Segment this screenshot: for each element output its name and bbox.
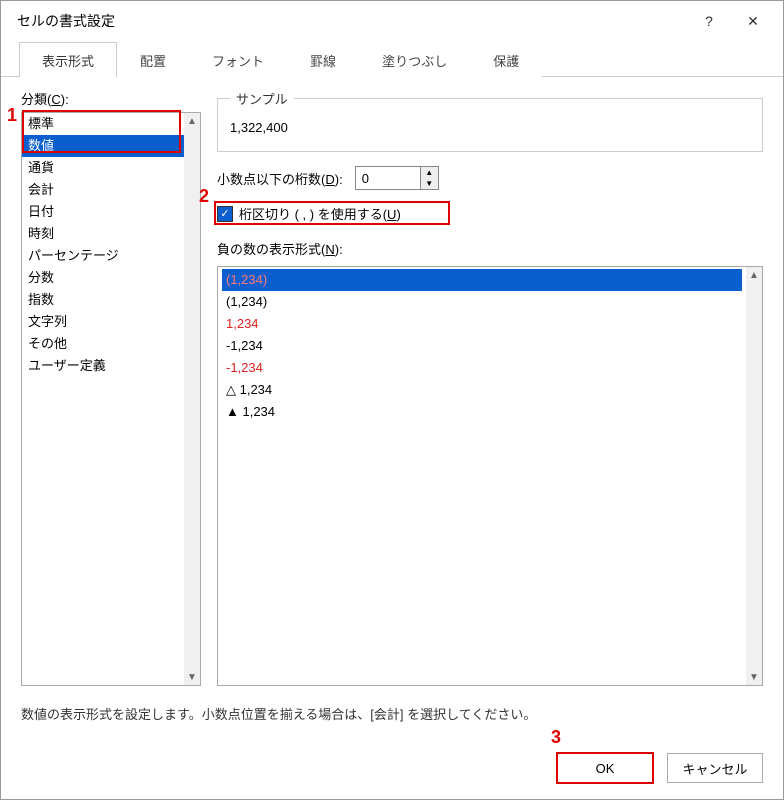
ok-button[interactable]: OK <box>557 753 653 783</box>
category-item[interactable]: 分数 <box>22 267 184 289</box>
category-item[interactable]: 文字列 <box>22 311 184 333</box>
spin-up-icon[interactable]: ▲ <box>420 167 438 178</box>
description-text: 数値の表示形式を設定します。小数点位置を揃える場合は、[会計] を選択してくださ… <box>21 704 763 723</box>
negative-item[interactable]: (1,234) <box>222 291 742 313</box>
category-item[interactable]: 指数 <box>22 289 184 311</box>
tab-font[interactable]: フォント <box>189 42 287 77</box>
tab-border[interactable]: 罫線 <box>287 42 359 77</box>
sample-value: 1,322,400 <box>230 120 750 135</box>
scrollbar[interactable]: ▲ ▼ <box>746 267 762 685</box>
tab-alignment[interactable]: 配置 <box>117 42 189 77</box>
thousands-checkbox[interactable]: ✓ <box>217 206 233 222</box>
negative-item[interactable]: 1,234 <box>222 313 742 335</box>
negative-listbox[interactable]: (1,234)(1,234)1,234-1,234-1,234△ 1,234▲ … <box>217 266 763 686</box>
category-item[interactable]: その他 <box>22 333 184 355</box>
decimal-input[interactable] <box>356 167 420 189</box>
scroll-up-icon[interactable]: ▲ <box>184 113 200 129</box>
annotation-1: 1 <box>7 105 17 126</box>
spin-down-icon[interactable]: ▼ <box>420 178 438 189</box>
scroll-down-icon[interactable]: ▼ <box>746 669 762 685</box>
category-item[interactable]: ユーザー定義 <box>22 355 184 377</box>
category-label: 分類(C): <box>21 89 201 108</box>
category-item[interactable]: 時刻 <box>22 223 184 245</box>
tab-protection[interactable]: 保護 <box>470 42 542 77</box>
negative-item[interactable]: (1,234) <box>222 269 742 291</box>
tab-display-format[interactable]: 表示形式 <box>19 42 117 77</box>
thousands-label[interactable]: 桁区切り ( , ) を使用する(U) <box>239 204 401 223</box>
close-button[interactable]: ✕ <box>731 5 775 37</box>
tab-fill[interactable]: 塗りつぶし <box>359 42 470 77</box>
negative-item[interactable]: -1,234 <box>222 335 742 357</box>
category-item[interactable]: 数値 <box>22 135 184 157</box>
scroll-down-icon[interactable]: ▼ <box>184 669 200 685</box>
tabs: 表示形式 配置 フォント 罫線 塗りつぶし 保護 <box>1 41 783 77</box>
scroll-up-icon[interactable]: ▲ <box>746 267 762 283</box>
decimal-label: 小数点以下の桁数(D): <box>217 169 343 188</box>
category-item[interactable]: 会計 <box>22 179 184 201</box>
window-title: セルの書式設定 <box>17 11 687 31</box>
negative-label: 負の数の表示形式(N): <box>217 239 763 258</box>
negative-item[interactable]: △ 1,234 <box>222 379 742 401</box>
category-item[interactable]: 日付 <box>22 201 184 223</box>
cancel-button[interactable]: キャンセル <box>667 753 763 783</box>
sample-box: サンプル 1,322,400 <box>217 89 763 152</box>
negative-item[interactable]: -1,234 <box>222 357 742 379</box>
help-button[interactable]: ? <box>687 5 731 37</box>
category-item[interactable]: 標準 <box>22 113 184 135</box>
category-item[interactable]: 通貨 <box>22 157 184 179</box>
negative-item[interactable]: ▲ 1,234 <box>222 401 742 423</box>
category-listbox[interactable]: 標準数値通貨会計日付時刻パーセンテージ分数指数文字列その他ユーザー定義 ▲ ▼ <box>21 112 201 686</box>
sample-legend: サンプル <box>230 89 294 108</box>
decimal-spinner[interactable]: ▲ ▼ <box>355 166 439 190</box>
scrollbar[interactable]: ▲ ▼ <box>184 113 200 685</box>
category-item[interactable]: パーセンテージ <box>22 245 184 267</box>
